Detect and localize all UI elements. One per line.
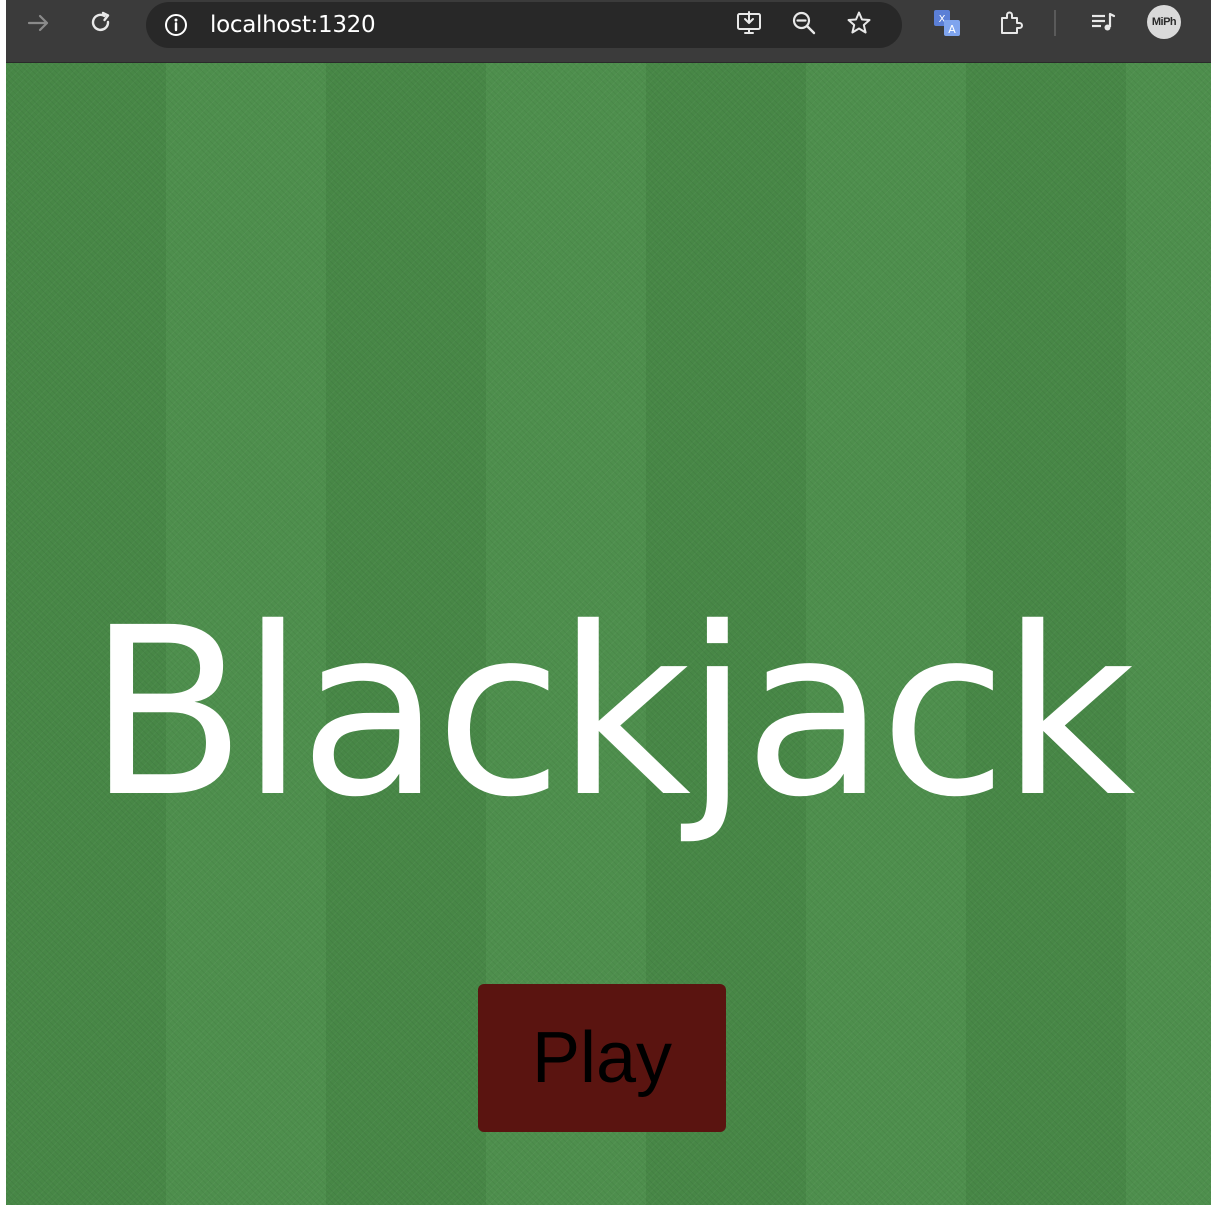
browser-window: localhost:1320 XA MiPh Blackjack Play <box>6 0 1211 1205</box>
svg-text:A: A <box>948 23 956 36</box>
forward-arrow-icon[interactable] <box>24 8 54 38</box>
game-title: Blackjack <box>87 578 1135 848</box>
info-icon[interactable] <box>162 11 190 39</box>
media-queue-icon[interactable] <box>1088 8 1118 38</box>
browser-toolbar: localhost:1320 XA MiPh <box>6 0 1211 63</box>
puzzle-icon[interactable] <box>996 8 1026 38</box>
play-button[interactable]: Play <box>478 984 726 1132</box>
zoom-out-icon[interactable] <box>789 8 819 38</box>
toolbar-divider <box>1054 10 1056 36</box>
install-app-icon[interactable] <box>734 8 764 38</box>
game-page: Blackjack Play <box>6 63 1211 1205</box>
profile-avatar[interactable]: MiPh <box>1147 5 1181 39</box>
url-text[interactable]: localhost:1320 <box>210 11 376 39</box>
reload-icon[interactable] <box>86 8 116 38</box>
star-icon[interactable] <box>844 8 874 38</box>
translate-icon[interactable]: XA <box>932 8 962 38</box>
